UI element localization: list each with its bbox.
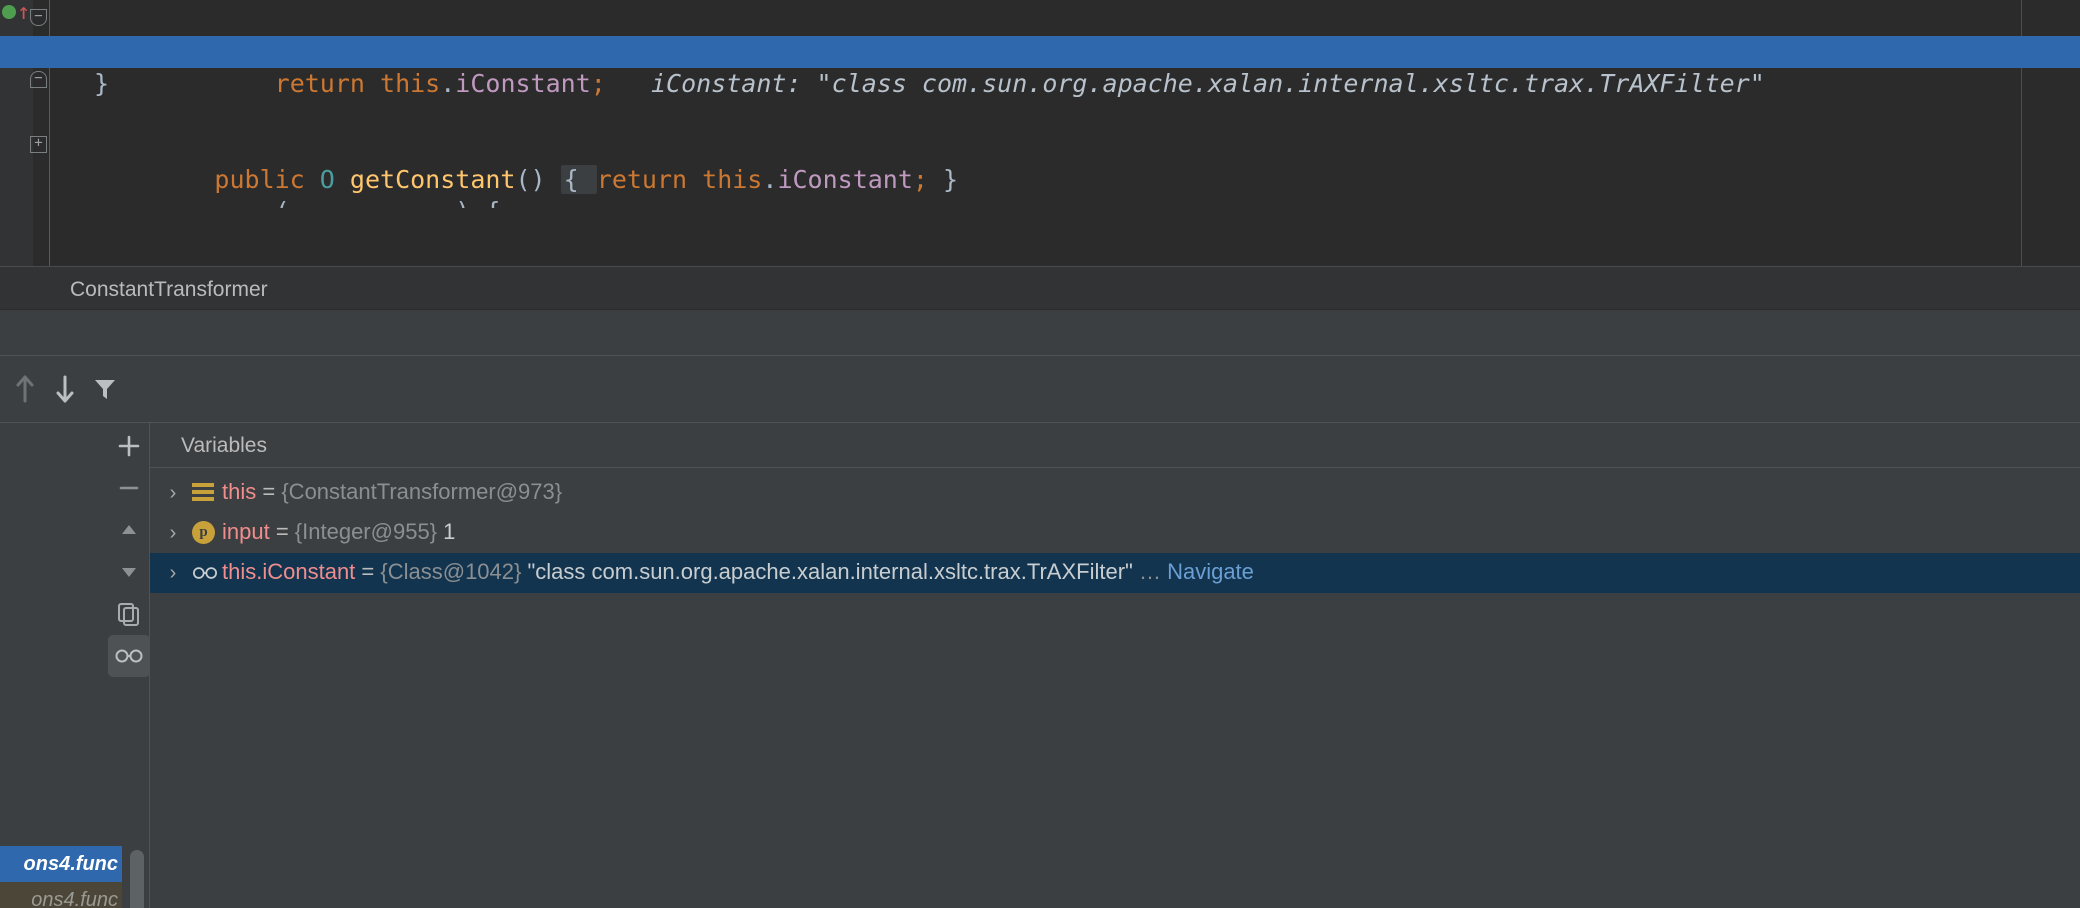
variable-value: "class com.sun.org.apache.xalan.internal…: [521, 559, 1133, 584]
code-token: ( ) {: [94, 197, 501, 208]
debugger-window: ↑ − − + public O transform(I input) { in…: [0, 0, 2080, 908]
variable-equals: =: [269, 519, 295, 544]
chevron-right-icon[interactable]: ›: [162, 521, 184, 545]
frame-label: ons4.func: [31, 889, 118, 908]
variable-equals: =: [355, 559, 381, 584]
variable-value: 1: [437, 519, 456, 544]
code-token: {: [560, 165, 597, 194]
fields-icon: [192, 481, 216, 505]
parameter-icon: p: [192, 521, 216, 545]
breadcrumb[interactable]: ConstantTransformer: [0, 266, 2080, 310]
variable-reference: {Class@1042}: [380, 559, 522, 584]
inline-watches-toggle[interactable]: [108, 635, 150, 677]
code-line[interactable]: }: [0, 68, 2080, 100]
divider: [0, 355, 2080, 356]
variable-row-input[interactable]: › p input = {Integer@955} 1: [150, 513, 2080, 553]
variable-name: this.iConstant: [222, 559, 356, 584]
plus-icon: [118, 435, 140, 457]
code-token: (): [515, 165, 546, 194]
arrow-down-icon: [56, 375, 74, 402]
variable-reference: {ConstantTransformer@973}: [281, 479, 563, 504]
variable-ellipsis: …: [1132, 559, 1168, 584]
variable-text: input = {Integer@955} 1: [222, 519, 455, 545]
debugger-panel: Variables ons4.func ons4.func ctions4.co: [0, 423, 2080, 908]
code-line[interactable]: public O getConstant() { return this.iCo…: [0, 132, 2080, 194]
variables-tab-label[interactable]: Variables: [181, 434, 267, 458]
funnel-icon: [95, 379, 115, 399]
variable-name: input: [222, 519, 270, 544]
triangle-down-icon: [122, 568, 136, 577]
glasses-icon: [115, 649, 143, 663]
variable-text: this = {ConstantTransformer@973}: [222, 479, 562, 505]
variable-name: this: [222, 479, 257, 504]
chevron-right-icon[interactable]: ›: [162, 481, 184, 505]
divider: [150, 467, 2080, 468]
debugger-toolbar-strip: [0, 310, 2080, 423]
variable-text: this.iConstant = {Class@1042} "class com…: [222, 559, 1254, 585]
code-token: }: [927, 165, 959, 194]
variable-row-this[interactable]: › this = {ConstantTransformer@973}: [150, 473, 2080, 513]
highlight-gutter: [0, 36, 94, 68]
navigate-link[interactable]: Navigate: [1167, 559, 1254, 584]
breadcrumb-class-label[interactable]: ConstantTransformer: [70, 278, 268, 302]
arrow-up-icon: [16, 375, 34, 402]
variable-row-iconstant-selected[interactable]: › this.iConstant = {Class@1042} "class c…: [150, 553, 2080, 593]
code-token: this: [702, 165, 763, 194]
code-line[interactable]: public O transform(I input) { input: 1: [0, 4, 2080, 66]
copy-icon: [118, 603, 139, 626]
watch-glasses-icon: [193, 567, 217, 579]
code-token: iConstant: [777, 165, 913, 194]
code-token: O: [319, 165, 335, 194]
code-token: ;: [912, 165, 928, 194]
glasses-icon: [192, 561, 217, 585]
frame-item[interactable]: ons4.func: [0, 882, 122, 908]
stepping-toolbar: [0, 310, 150, 423]
code-editor[interactable]: ↑ − − + public O transform(I input) { in…: [0, 0, 2080, 266]
copy-value-button[interactable]: [108, 593, 150, 635]
code-line-partial[interactable]: ( ) {: [0, 196, 2080, 208]
frame-item-selected[interactable]: ons4.func: [0, 846, 122, 882]
triangle-up-icon: [122, 525, 136, 534]
code-line-highlighted[interactable]: return this.iConstant; iConstant: "class…: [0, 36, 2080, 98]
code-token: getConstant: [349, 165, 516, 194]
code-token: .: [762, 165, 778, 194]
variables-tab-header[interactable]: Variables: [150, 423, 2080, 468]
minus-icon: [119, 486, 139, 490]
variables-side-toolbar: [108, 423, 150, 908]
variable-reference: {Integer@955}: [294, 519, 438, 544]
code-token: public: [214, 165, 305, 194]
filter-button[interactable]: [80, 355, 130, 422]
chevron-right-icon[interactable]: ›: [162, 561, 184, 585]
variable-equals: =: [256, 479, 282, 504]
remove-watch-button[interactable]: [108, 467, 150, 509]
code-token: return: [596, 165, 688, 194]
code-token: }: [94, 69, 110, 98]
move-up-button[interactable]: [108, 509, 150, 551]
frame-label: ons4.func: [23, 853, 118, 875]
move-down-button[interactable]: [108, 551, 150, 593]
add-watch-button[interactable]: [108, 425, 150, 467]
